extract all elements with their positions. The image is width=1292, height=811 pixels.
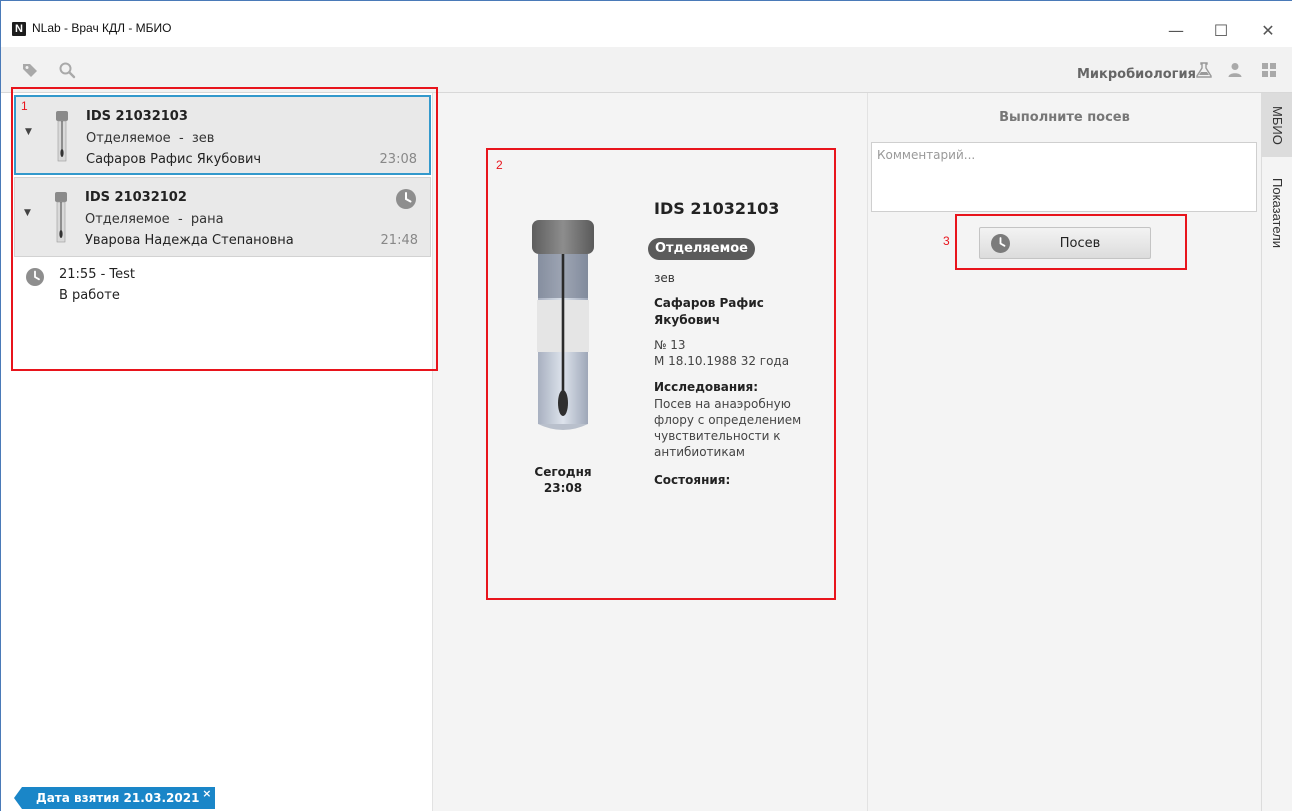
- swab-tube-image: [532, 220, 594, 430]
- sample-time: 21:48: [380, 233, 418, 248]
- detail-demographics: М 18.10.1988 32 года: [654, 354, 790, 368]
- toolbar: Микробиология: [1, 47, 1292, 93]
- close-button[interactable]: ✕: [1245, 15, 1291, 45]
- detail-number: № 13: [654, 338, 686, 352]
- side-tabs: МБИО Показатели: [1261, 93, 1292, 811]
- sample-material: Отделяемое - рана: [85, 212, 224, 227]
- sample-detail-panel: Сегодня 23:08 IDS 21032103 Отделяемое зе…: [433, 93, 868, 811]
- annotation-label-1: 1: [21, 99, 28, 113]
- comment-field[interactable]: [871, 142, 1257, 212]
- taken-day: Сегодня: [534, 465, 592, 479]
- sample-list-panel: ▼ IDS 21032103 Отделяемое - зев Сафаров …: [1, 93, 433, 811]
- task-row[interactable]: 21:55 - Test В работе: [25, 265, 425, 315]
- date-filter-chip[interactable]: Дата взятия 21.03.2021 ×: [14, 787, 216, 809]
- close-icon[interactable]: ×: [202, 787, 211, 805]
- title-bar: N NLab - Врач КДЛ - МБИО — ☐ ✕: [1, 1, 1292, 47]
- task-title: 21:55 - Test: [59, 267, 136, 282]
- clock-icon: [396, 189, 416, 209]
- sow-button[interactable]: Посев: [979, 227, 1151, 259]
- expand-arrow-icon[interactable]: ▼: [24, 208, 31, 218]
- action-title: Выполните посев: [999, 110, 1130, 125]
- sample-patient: Уварова Надежда Степановна: [85, 233, 294, 248]
- user-icon[interactable]: [1226, 61, 1244, 79]
- grid-icon[interactable]: [1260, 61, 1278, 79]
- research-text: Посев на анаэробную флору с определением…: [654, 397, 802, 459]
- test-tube-icon: [55, 192, 67, 243]
- flask-icon[interactable]: [1195, 61, 1213, 79]
- sample-card[interactable]: ▼ IDS 21032103 Отделяемое - зев Сафаров …: [14, 95, 431, 175]
- sample-id: IDS 21032103: [86, 109, 188, 124]
- app-logo: N: [12, 22, 26, 36]
- window-title: NLab - Врач КДЛ - МБИО: [32, 21, 172, 35]
- module-label[interactable]: Микробиология: [1077, 67, 1196, 82]
- detail-material: зев: [654, 271, 675, 285]
- date-filter-label: Дата взятия 21.03.2021: [36, 791, 200, 805]
- tab-mbio-label: МБИО: [1270, 105, 1285, 145]
- tag-icon[interactable]: [21, 61, 39, 79]
- action-panel: Выполните посев Посев: [868, 93, 1261, 811]
- detail-sample-id: IDS 21032103: [654, 199, 780, 218]
- minimize-button[interactable]: —: [1153, 15, 1199, 45]
- app-window: N NLab - Врач КДЛ - МБИО — ☐ ✕ Микробиол…: [0, 0, 1292, 811]
- task-status: В работе: [59, 288, 120, 303]
- clock-icon: [26, 268, 44, 286]
- clock-icon: [991, 234, 1010, 253]
- detail-patient: Сафаров Рафис Якубович: [654, 296, 764, 327]
- sample-time: 23:08: [379, 152, 417, 167]
- expand-arrow-icon[interactable]: ▼: [25, 127, 32, 137]
- states-label: Состояния:: [654, 473, 731, 487]
- material-badge: Отделяемое: [648, 238, 755, 260]
- sample-patient: Сафаров Рафис Якубович: [86, 152, 262, 167]
- research-label: Исследования:: [654, 380, 759, 394]
- sample-id: IDS 21032102: [85, 190, 187, 205]
- search-icon[interactable]: [58, 61, 76, 79]
- annotation-label-2: 2: [496, 158, 503, 172]
- maximize-button[interactable]: ☐: [1198, 15, 1244, 45]
- tab-indicators-label: Показатели: [1270, 178, 1285, 248]
- taken-time: 23:08: [543, 481, 583, 495]
- tab-mbio[interactable]: МБИО: [1262, 93, 1292, 157]
- tab-indicators[interactable]: Показатели: [1262, 165, 1292, 261]
- annotation-label-3: 3: [943, 234, 950, 248]
- sample-material: Отделяемое - зев: [86, 131, 215, 146]
- sow-button-label: Посев: [1059, 236, 1101, 251]
- test-tube-icon: [56, 111, 68, 162]
- sample-card[interactable]: ▼ IDS 21032102 Отделяемое - рана Уварова…: [14, 177, 431, 257]
